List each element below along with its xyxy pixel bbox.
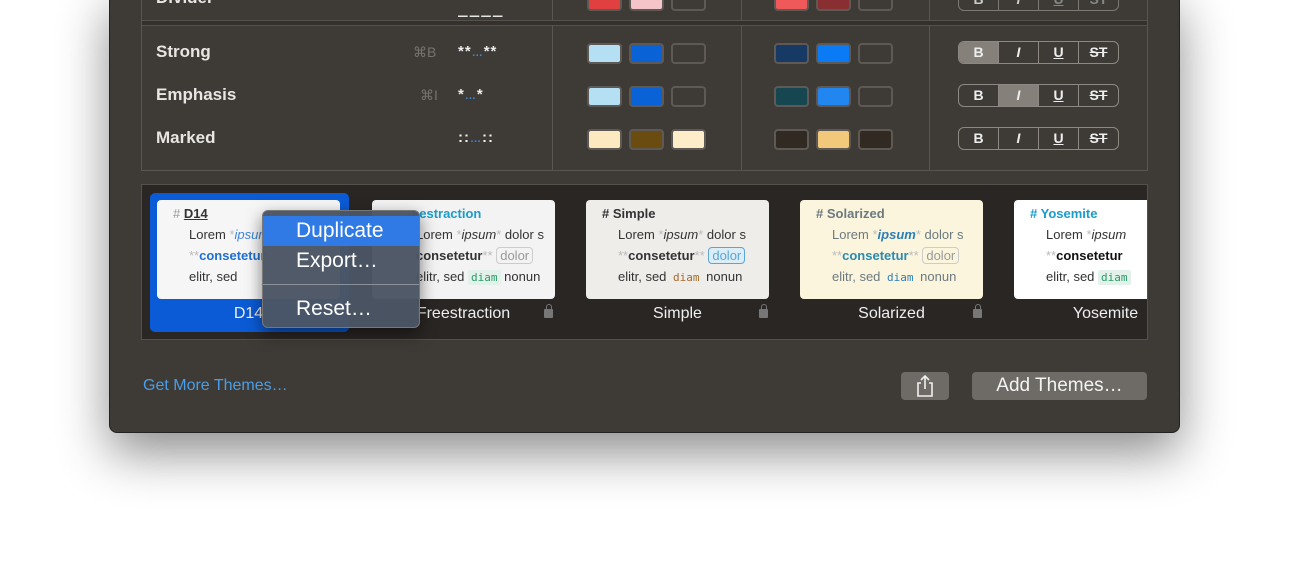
swatch-light-text[interactable] — [587, 129, 622, 150]
styles-table: Divider ____ BIUST Strong ⌘B **…** BIUST… — [141, 0, 1148, 171]
strikethrough-button[interactable]: ST — [1079, 0, 1118, 10]
menu-item-export[interactable]: Export… — [263, 246, 419, 276]
theme-name: Solarized — [858, 305, 925, 322]
swatch-light-marker[interactable] — [629, 43, 664, 64]
markup: ::…:: — [458, 129, 494, 146]
markup: *…* — [458, 86, 484, 103]
swatch-dark-bg[interactable] — [858, 86, 893, 107]
theme-name: Simple — [653, 305, 702, 322]
bold-button[interactable]: B — [959, 85, 999, 106]
menu-separator — [263, 284, 419, 285]
swatch[interactable] — [774, 0, 809, 11]
underline-button[interactable]: U — [1039, 128, 1079, 149]
italic-button[interactable]: I — [999, 0, 1039, 10]
row-label: Emphasis — [156, 85, 237, 104]
swatch-light-bg[interactable] — [671, 86, 706, 107]
share-button[interactable] — [901, 372, 949, 400]
format-buttons[interactable]: BIUST — [958, 127, 1119, 150]
lock-icon — [544, 304, 553, 318]
format-buttons[interactable]: BIUST — [958, 0, 1119, 11]
swatch-dark-bg[interactable] — [858, 129, 893, 150]
lock-icon — [759, 304, 768, 318]
swatch[interactable] — [858, 0, 893, 11]
italic-button[interactable]: I — [999, 85, 1039, 106]
menu-item-reset[interactable]: Reset… — [263, 294, 419, 324]
bold-button[interactable]: B — [959, 0, 999, 10]
swatch-dark-bg[interactable] — [858, 43, 893, 64]
swatch-dark-marker[interactable] — [816, 129, 851, 150]
swatch-dark-marker[interactable] — [816, 86, 851, 107]
swatch-dark-text[interactable] — [774, 86, 809, 107]
swatch-light-text[interactable] — [587, 43, 622, 64]
swatch[interactable] — [816, 0, 851, 11]
shortcut: ⌘B — [413, 44, 437, 60]
row-label: Strong — [156, 42, 211, 61]
swatch[interactable] — [587, 0, 622, 11]
swatch-dark-text[interactable] — [774, 129, 809, 150]
swatch-dark-marker[interactable] — [816, 43, 851, 64]
add-themes-button[interactable]: Add Themes… — [972, 372, 1147, 400]
swatch-light-marker[interactable] — [629, 129, 664, 150]
strikethrough-button[interactable]: ST — [1079, 42, 1118, 63]
swatch-dark-text[interactable] — [774, 43, 809, 64]
format-buttons[interactable]: BIUST — [958, 41, 1119, 64]
swatch-light-marker[interactable] — [629, 86, 664, 107]
strikethrough-button[interactable]: ST — [1079, 128, 1118, 149]
shortcut: ⌘I — [420, 87, 438, 103]
row-label-divider: Divider — [156, 0, 214, 8]
swatch-light-bg[interactable] — [671, 43, 706, 64]
bold-button[interactable]: B — [959, 42, 999, 63]
strikethrough-button[interactable]: ST — [1079, 85, 1118, 106]
swatch[interactable] — [671, 0, 706, 11]
row-label: Marked — [156, 128, 216, 147]
theme-context-menu: Duplicate Export… Reset… — [262, 210, 420, 328]
get-more-themes-link[interactable]: Get More Themes… — [143, 377, 288, 395]
swatch[interactable] — [629, 0, 664, 11]
italic-button[interactable]: I — [999, 42, 1039, 63]
markup: **…** — [458, 43, 498, 60]
italic-button[interactable]: I — [999, 128, 1039, 149]
underline-button[interactable]: U — [1039, 0, 1079, 10]
underline-button[interactable]: U — [1039, 42, 1079, 63]
underline-button[interactable]: U — [1039, 85, 1079, 106]
menu-item-duplicate[interactable]: Duplicate — [263, 216, 419, 246]
format-buttons[interactable]: BIUST — [958, 84, 1119, 107]
lock-icon — [973, 304, 982, 318]
swatch-light-bg[interactable] — [671, 129, 706, 150]
bold-button[interactable]: B — [959, 128, 999, 149]
swatch-light-text[interactable] — [587, 86, 622, 107]
theme-name: Yosemite — [1072, 305, 1139, 322]
divider-markup: ____ — [458, 0, 505, 17]
share-icon — [917, 374, 933, 397]
